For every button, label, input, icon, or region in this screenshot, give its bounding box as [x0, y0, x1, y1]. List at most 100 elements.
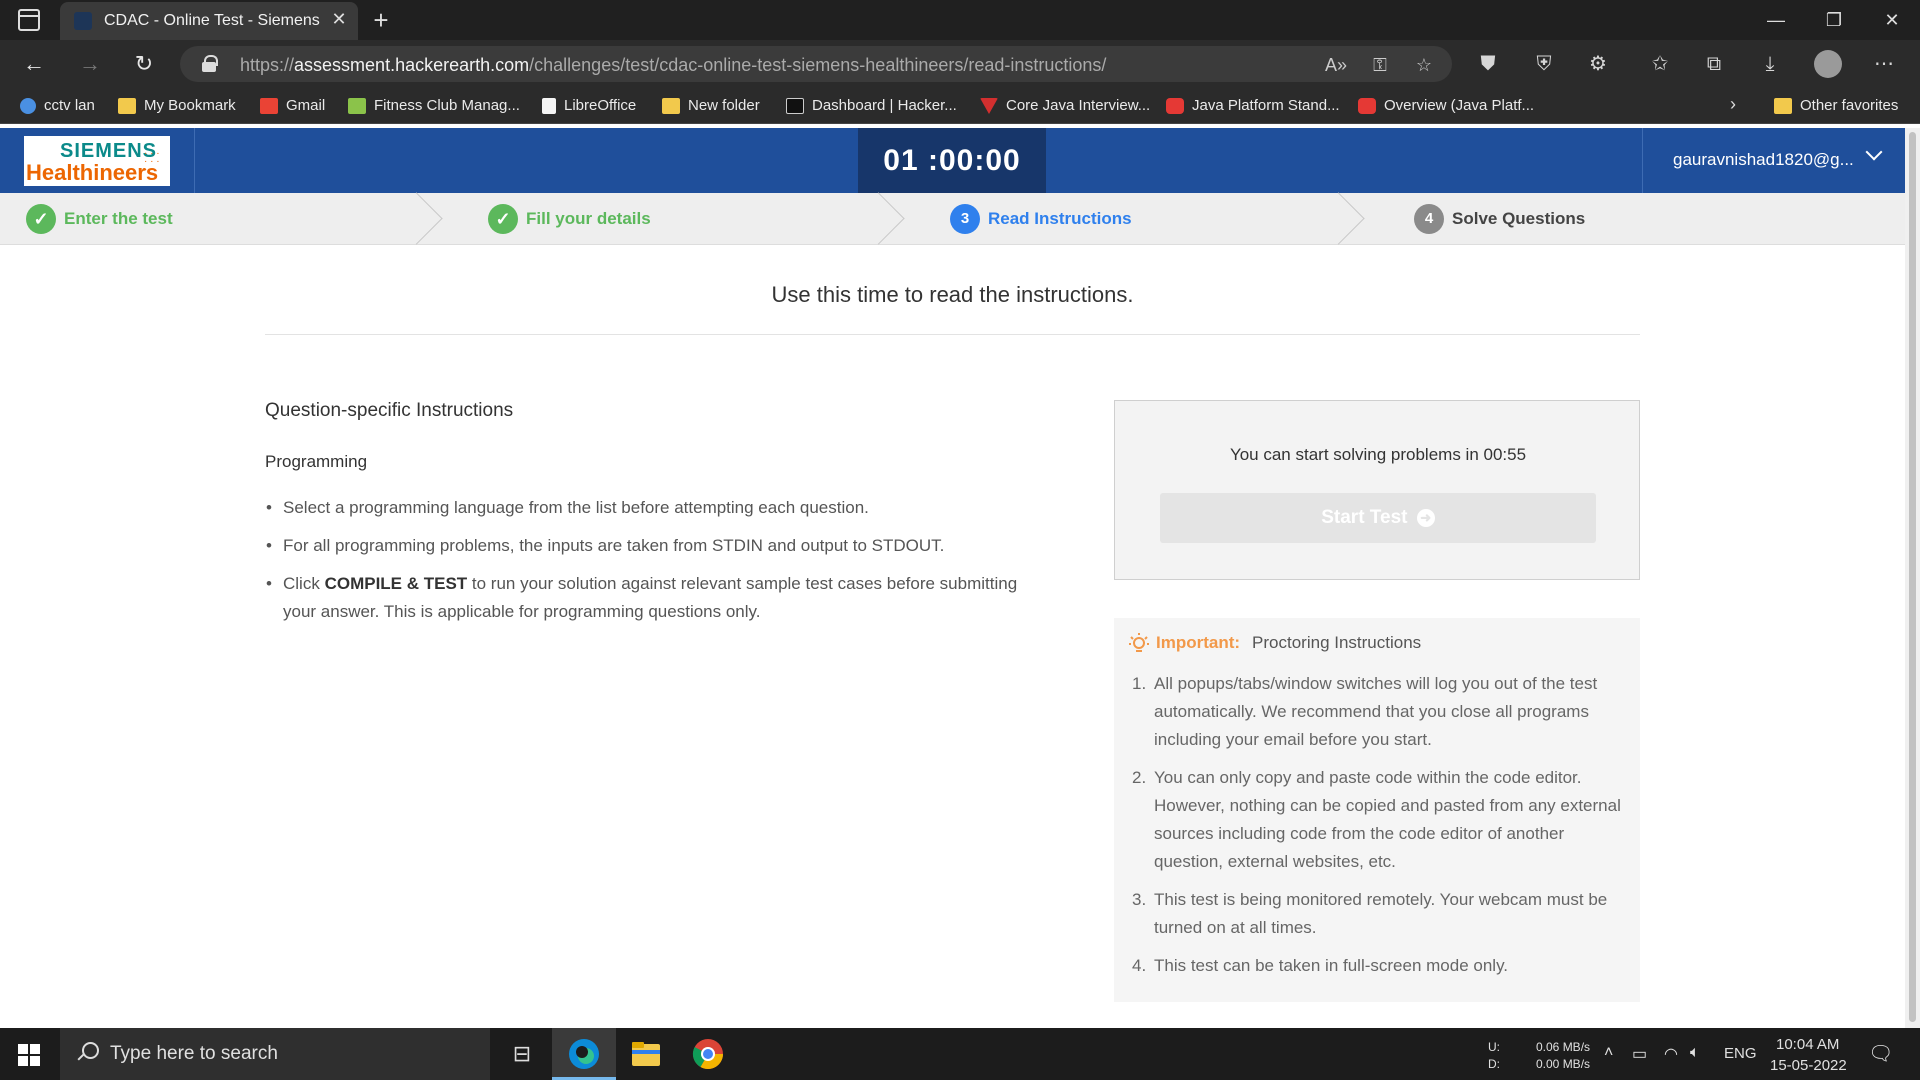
- list-item-text: Select a programming language from the l…: [283, 498, 869, 517]
- clock-date[interactable]: 15-05-2022: [1770, 1057, 1847, 1074]
- forward-icon[interactable]: →: [72, 48, 108, 80]
- clock-time[interactable]: 10:04 AM: [1776, 1036, 1839, 1053]
- proctoring-header: Important: Proctoring Instructions: [1128, 632, 1421, 654]
- translate-icon[interactable]: ⚿: [1368, 54, 1392, 76]
- page-scrollbar[interactable]: [1905, 128, 1920, 1028]
- restore-icon[interactable]: ❐: [1806, 0, 1862, 40]
- list-item: 3. This test is being monitored remotely.…: [1132, 886, 1628, 942]
- lightbulb-icon: [1129, 633, 1149, 652]
- chevron-down-icon[interactable]: [1865, 146, 1883, 164]
- step-fill-details: ✓ Fill your details: [488, 193, 651, 245]
- countdown-timer: 01 :00:00: [858, 128, 1046, 193]
- tab-title: CDAC - Online Test - Siemens He: [104, 12, 324, 29]
- tab-actions-icon[interactable]: [18, 9, 40, 31]
- collections-icon[interactable]: ⧉: [1700, 50, 1728, 78]
- profile-avatar-icon[interactable]: [1814, 50, 1842, 78]
- more-menu-icon[interactable]: ⋯: [1870, 50, 1898, 78]
- minimize-icon[interactable]: —: [1748, 0, 1804, 40]
- browser-toolbar: ← → ↻ https://assessment.hackerearth.com…: [0, 40, 1920, 88]
- oracle-icon: [1166, 98, 1184, 114]
- hackerearth-icon: [786, 98, 804, 114]
- file-explorer-icon[interactable]: [628, 1036, 664, 1072]
- bookmark-java-platform[interactable]: Java Platform Stand...: [1166, 94, 1340, 118]
- list-item-text: For all programming problems, the inputs…: [283, 536, 945, 555]
- new-tab-icon[interactable]: +: [366, 5, 396, 35]
- battery-icon[interactable]: ▭: [1632, 1044, 1647, 1064]
- important-label: Important:: [1156, 633, 1241, 652]
- list-item: Click COMPILE & TEST to run your solutio…: [265, 570, 1045, 626]
- list-number: 4.: [1132, 956, 1147, 975]
- list-item: 4. This test can be taken in full-screen …: [1132, 952, 1628, 980]
- lock-icon[interactable]: [202, 55, 218, 72]
- chevron-up-icon[interactable]: ˄: [1604, 1044, 1613, 1062]
- bookmark-dashboard[interactable]: Dashboard | Hacker...: [786, 94, 957, 118]
- close-window-icon[interactable]: ✕: [1864, 0, 1920, 40]
- extension-shield-icon[interactable]: ⛨: [1530, 50, 1558, 78]
- start-countdown-message: You can start solving problems in 00:55: [1229, 445, 1527, 464]
- bookmark-core-java[interactable]: Core Java Interview...: [980, 94, 1150, 118]
- bookmark-overview[interactable]: Overview (Java Platf...: [1358, 94, 1534, 118]
- notifications-icon[interactable]: 🗨︎: [1868, 1041, 1893, 1066]
- folder-icon: [118, 98, 136, 114]
- list-item: Select a programming language from the l…: [265, 494, 1045, 522]
- fitness-icon: [348, 98, 366, 114]
- folder-icon: [662, 98, 680, 114]
- favorites-icon[interactable]: ✩: [1646, 50, 1674, 78]
- siemens-healthineers-logo: SIEMENS Healthineers · · · · · · · ·: [24, 136, 170, 186]
- net-upload-label: U:: [1488, 1040, 1500, 1054]
- read-aloud-icon[interactable]: A»: [1324, 54, 1348, 76]
- browser-tab-active[interactable]: CDAC - Online Test - Siemens He ✕: [60, 2, 358, 40]
- start-test-button[interactable]: Start Test ➜: [1160, 493, 1596, 543]
- step-read-instructions: 3 Read Instructions: [950, 193, 1132, 245]
- wifi-icon[interactable]: ◠: [1664, 1044, 1678, 1064]
- shield-icon[interactable]: ⛊: [1474, 50, 1502, 78]
- tab-close-icon[interactable]: ✕: [328, 8, 350, 30]
- document-icon: [542, 98, 556, 114]
- step-enter-test: ✓ Enter the test: [26, 193, 173, 245]
- start-test-label: Start Test: [1321, 507, 1408, 528]
- volume-icon[interactable]: 🔈︎: [1690, 1044, 1700, 1062]
- refresh-icon[interactable]: ↻: [126, 48, 162, 80]
- bookmarks-overflow-icon[interactable]: ›: [1730, 94, 1736, 115]
- net-upload-speed: 0.06 MB/s: [1536, 1040, 1591, 1054]
- bookmark-other-favorites[interactable]: Other favorites: [1774, 94, 1898, 118]
- language-indicator[interactable]: ENG: [1724, 1045, 1757, 1062]
- windows-start-icon[interactable]: [18, 1044, 40, 1066]
- url-path: /challenges/test/cdac-online-test-siemen…: [529, 55, 1107, 75]
- bookmark-fitness[interactable]: Fitness Club Manag...: [348, 94, 520, 118]
- downloads-icon[interactable]: ⤓: [1756, 50, 1784, 78]
- bookmark-libreoffice[interactable]: LibreOffice: [542, 94, 636, 118]
- list-item: 1. All popups/tabs/window switches will l…: [1132, 670, 1628, 754]
- chrome-icon[interactable]: [690, 1036, 726, 1072]
- proctoring-title: Proctoring Instructions: [1252, 633, 1422, 652]
- bookmark-new-folder[interactable]: New folder: [662, 94, 760, 118]
- bookmark-my-bookmark[interactable]: My Bookmark: [118, 94, 236, 118]
- compile-test-emphasis: COMPILE & TEST: [324, 574, 468, 593]
- address-bar[interactable]: https://assessment.hackerearth.com/chall…: [180, 46, 1452, 82]
- taskbar-search[interactable]: Type here to search: [60, 1028, 490, 1080]
- bookmark-label: New folder: [688, 97, 760, 114]
- list-number: 2.: [1132, 768, 1147, 787]
- add-favorite-icon[interactable]: ☆: [1412, 54, 1436, 76]
- list-number: 3.: [1132, 890, 1147, 909]
- url-scheme: https://: [240, 55, 295, 75]
- bookmark-label: Java Platform Stand...: [1192, 97, 1340, 114]
- search-icon: [76, 1042, 99, 1064]
- edge-bookmark-icon: [20, 98, 36, 114]
- list-item-text: This test can be taken in full-screen mo…: [1154, 956, 1509, 975]
- step-separator: [870, 193, 900, 245]
- folder-icon: [1774, 98, 1792, 114]
- extensions-icon[interactable]: ⚙: [1584, 50, 1612, 78]
- tab-favicon-icon: [74, 12, 92, 30]
- user-menu[interactable]: gauravnishad1820@g...: [1642, 128, 1905, 193]
- section-title: Question-specific Instructions: [265, 400, 514, 421]
- start-test-panel: You can start solving problems in 00:55 …: [1114, 400, 1640, 580]
- bookmark-cctv-lan[interactable]: cctv lan: [20, 94, 95, 118]
- back-icon[interactable]: ←: [16, 48, 52, 80]
- edge-taskbar-button[interactable]: [552, 1028, 616, 1080]
- step-number: 3: [950, 204, 980, 234]
- url-text[interactable]: https://assessment.hackerearth.com/chall…: [240, 55, 1106, 76]
- scrollbar-thumb[interactable]: [1909, 132, 1916, 1022]
- bookmark-gmail[interactable]: Gmail: [260, 94, 325, 118]
- task-view-icon[interactable]: ⊟: [504, 1036, 540, 1072]
